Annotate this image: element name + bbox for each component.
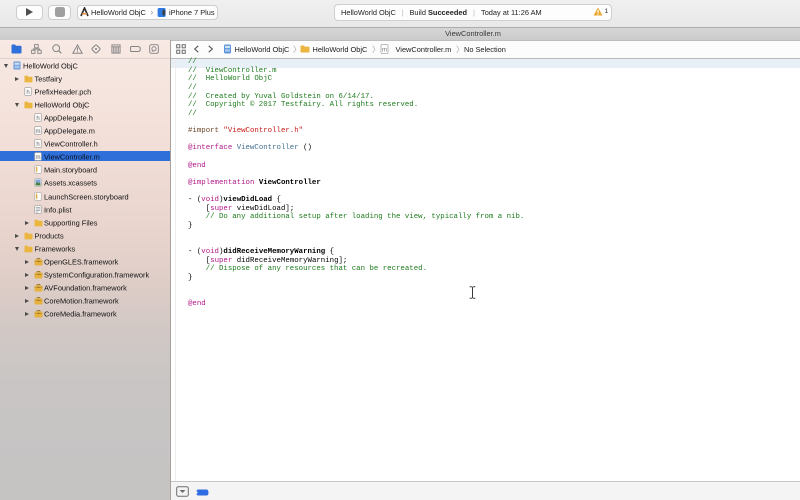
svg-text:m: m [382, 48, 387, 54]
svg-text:h: h [36, 142, 39, 148]
svg-text:m: m [35, 129, 40, 135]
svg-text:m: m [35, 155, 40, 161]
svg-text:h: h [26, 90, 29, 96]
svg-text:h: h [36, 116, 39, 122]
